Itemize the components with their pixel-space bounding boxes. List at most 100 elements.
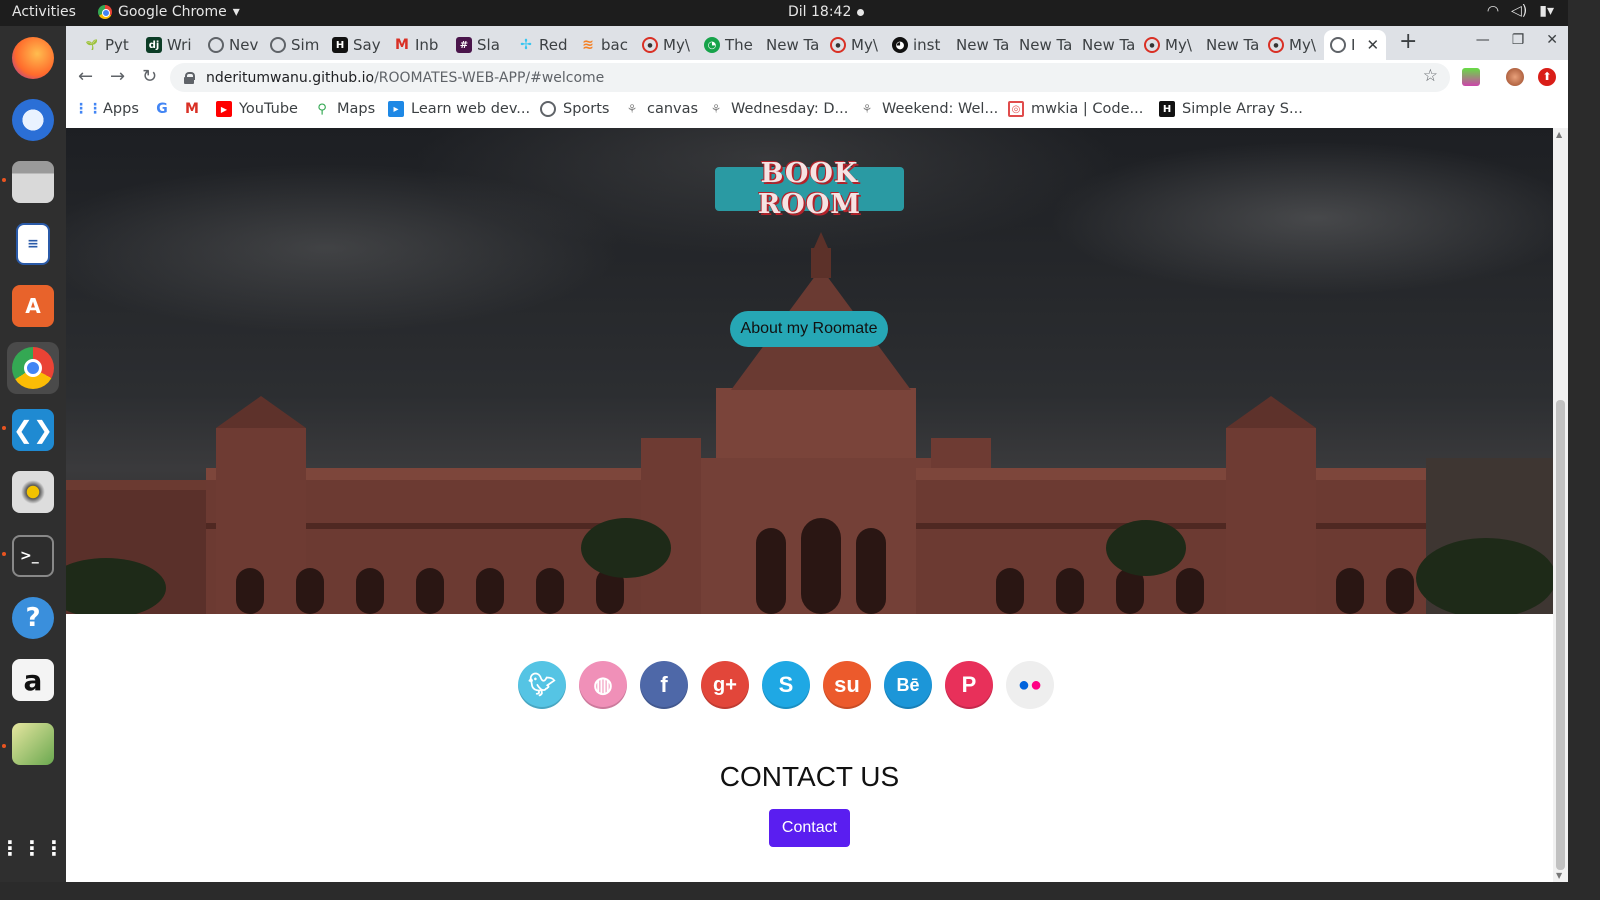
bookmark-learn-web-dev[interactable]: ▸ Learn web dev...: [388, 101, 530, 117]
browser-window: 🌱 Pyt dj Wri Nev Sim H Say M Inb # Sla ✢ Red ≋…: [66, 26, 1568, 882]
clock[interactable]: Dil 18:42: [788, 4, 865, 20]
tab-label: inst: [913, 36, 941, 54]
lock-icon: [184, 71, 195, 84]
tab[interactable]: dj Wri: [140, 30, 196, 60]
tab[interactable]: ● My\: [636, 30, 692, 60]
url-host: nderitumwanu.github.io: [206, 69, 375, 86]
update-icon[interactable]: ⬆: [1538, 68, 1556, 86]
dock: ≡ A ❮❯ >_ ? a ⋮⋮⋮: [0, 26, 66, 882]
tab[interactable]: New Ta: [1013, 30, 1071, 60]
tab[interactable]: ● My\: [1138, 30, 1194, 60]
skype-icon[interactable]: S: [762, 661, 810, 709]
book-room-button[interactable]: BOOK ROOM: [715, 158, 904, 220]
back-icon[interactable]: ←: [78, 66, 93, 87]
hackerrank-icon: H: [332, 37, 348, 53]
github-icon: ◕: [892, 37, 908, 53]
dock-rhythmbox[interactable]: [7, 466, 59, 518]
tab[interactable]: H Say: [326, 30, 382, 60]
dock-firefox[interactable]: [7, 32, 59, 84]
extension-icon[interactable]: [1462, 68, 1480, 86]
tab[interactable]: ◕ inst: [886, 30, 944, 60]
dock-help[interactable]: ?: [7, 592, 59, 644]
bookmark-apps[interactable]: ⋮⋮ Apps: [74, 101, 139, 117]
tab-active[interactable]: I ✕: [1324, 30, 1386, 60]
dock-amazon[interactable]: a: [7, 654, 59, 706]
bookmark-mwkia[interactable]: ◎ mwkia | Code...: [1008, 101, 1143, 117]
system-tray[interactable]: ◠ ◁) ▮▾: [1487, 3, 1554, 19]
app-menu[interactable]: Google Chrome ▾: [98, 4, 240, 20]
tab[interactable]: # Sla: [450, 30, 506, 60]
page-scrollbar[interactable]: ▲ ▼: [1553, 128, 1568, 882]
tab[interactable]: ≋ bac: [574, 30, 630, 60]
notification-dot-icon: [857, 8, 865, 16]
maps-pin-icon: ⚲: [317, 101, 327, 117]
tab[interactable]: ◔ The: [698, 30, 754, 60]
tab-label: Sla: [477, 36, 500, 54]
dribbble-icon[interactable]: ◍: [579, 661, 627, 709]
forward-icon[interactable]: →: [110, 66, 125, 87]
dock-image-viewer[interactable]: [7, 718, 59, 770]
bookmark-wednesday[interactable]: ⚘ Wednesday: D...: [708, 101, 849, 117]
dock-terminal[interactable]: >_: [7, 530, 59, 582]
behance-icon[interactable]: Bē: [884, 661, 932, 709]
dock-chrome[interactable]: [7, 342, 59, 394]
flickr-icon[interactable]: ● ●: [1006, 661, 1054, 709]
scroll-up-icon[interactable]: ▲: [1556, 130, 1562, 139]
stumbleupon-icon[interactable]: su: [823, 661, 871, 709]
tab[interactable]: Sim: [264, 30, 320, 60]
bookmark-label: YouTube: [239, 101, 298, 117]
tab[interactable]: ✢ Red: [512, 30, 568, 60]
dock-vscode[interactable]: ❮❯: [7, 404, 59, 456]
scrollbar-thumb[interactable]: [1556, 400, 1565, 870]
twitter-icon[interactable]: 🐦︎: [518, 661, 566, 709]
bookmark-gmail[interactable]: M: [184, 101, 207, 117]
address-bar[interactable]: nderitumwanu.github.io/ROOMATES-WEB-APP/…: [170, 63, 1450, 92]
tab-label: My\: [851, 36, 878, 54]
bookmark-canvas[interactable]: ⚘ canvas: [624, 101, 698, 117]
facebook-icon[interactable]: f: [640, 661, 688, 709]
dock-writer[interactable]: ≡: [7, 218, 59, 270]
bookmark-star-icon[interactable]: ☆: [1423, 66, 1438, 86]
bookmark-label: Maps: [337, 101, 376, 117]
scroll-down-icon[interactable]: ▼: [1556, 871, 1562, 880]
close-tab-icon[interactable]: ✕: [1366, 36, 1379, 54]
bookmark-label: Sports: [563, 101, 610, 117]
maximize-icon[interactable]: ❐: [1512, 32, 1525, 48]
bookmark-google[interactable]: G: [154, 101, 177, 117]
tab[interactable]: Nev: [202, 30, 258, 60]
dock-files[interactable]: [7, 156, 59, 208]
close-window-icon[interactable]: ✕: [1546, 32, 1558, 48]
minimize-icon[interactable]: —: [1476, 32, 1490, 48]
dock-software[interactable]: A: [7, 280, 59, 332]
tab[interactable]: New Ta: [950, 30, 1008, 60]
new-tab-button[interactable]: +: [1399, 29, 1417, 54]
writer-icon: ≡: [16, 223, 50, 265]
battery-icon: ▮▾: [1539, 3, 1554, 19]
tab[interactable]: ● My\: [1262, 30, 1318, 60]
tab[interactable]: New Ta: [1076, 30, 1134, 60]
tab[interactable]: 🌱 Pyt: [78, 30, 134, 60]
tab-label: New Ta: [766, 36, 818, 54]
bookmark-youtube[interactable]: ▶ YouTube: [216, 101, 298, 117]
activities-button[interactable]: Activities: [12, 4, 76, 20]
about-roommate-button[interactable]: About my Roomate: [730, 311, 888, 347]
contact-button[interactable]: Contact: [769, 809, 850, 847]
dock-thunderbird[interactable]: [7, 94, 59, 146]
bookmark-sports[interactable]: Sports: [540, 101, 609, 117]
google-plus-icon[interactable]: g+: [701, 661, 749, 709]
bookmark-weekend[interactable]: ⚘ Weekend: Wel...: [859, 101, 999, 117]
reload-icon[interactable]: ↻: [142, 66, 157, 87]
bookmark-label: mwkia | Code...: [1031, 101, 1144, 117]
bookmark-maps[interactable]: ⚲ Maps: [314, 101, 375, 117]
tab[interactable]: New Ta: [1200, 30, 1258, 60]
pinterest-icon[interactable]: P: [945, 661, 993, 709]
bookmark-simple-array[interactable]: H Simple Array S...: [1159, 101, 1303, 117]
bookmark-label: Simple Array S...: [1182, 101, 1303, 117]
show-applications-button[interactable]: ⋮⋮⋮: [0, 822, 64, 874]
tab[interactable]: New Ta: [760, 30, 818, 60]
tab[interactable]: ● My\: [824, 30, 880, 60]
image-viewer-icon: [12, 723, 54, 765]
stackoverflow-icon: ≋: [582, 37, 594, 53]
tab[interactable]: M Inb: [388, 30, 444, 60]
profile-avatar[interactable]: [1506, 68, 1524, 86]
